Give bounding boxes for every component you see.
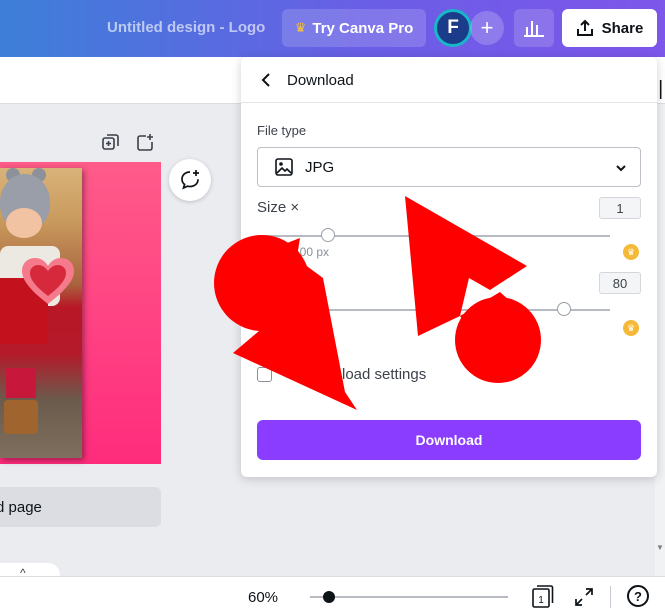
footer-divider (610, 586, 611, 608)
duplicate-page-icon[interactable] (102, 134, 119, 156)
file-type-select[interactable]: JPG (257, 147, 641, 187)
zoom-level[interactable]: 60% (248, 589, 278, 606)
back-chevron-icon (261, 73, 270, 87)
chevron-down-icon (616, 165, 626, 172)
fullscreen-icon[interactable] (574, 587, 594, 607)
file-type-value: JPG (305, 158, 335, 176)
save-settings-label: load settings (342, 366, 427, 383)
stats-icon (524, 21, 544, 37)
zoom-slider-thumb[interactable] (323, 591, 335, 603)
add-page-button[interactable]: d page (0, 487, 161, 527)
try-canva-pro-button[interactable]: ♛ Try Canva Pro (282, 9, 426, 47)
size-slider-thumb[interactable] (320, 228, 335, 242)
share-icon (576, 19, 593, 36)
share-button[interactable]: Share (562, 9, 657, 47)
quality-pro-crown-icon: ♛ (623, 320, 639, 336)
save-settings-checkbox[interactable] (257, 367, 272, 382)
file-type-label: File type (257, 123, 307, 138)
size-slider[interactable] (257, 235, 610, 237)
scroll-down-icon[interactable]: ▼ (655, 543, 665, 552)
help-button[interactable]: ? (627, 585, 649, 607)
download-button[interactable]: Download (257, 420, 641, 460)
child-photo[interactable] (0, 168, 82, 458)
invite-button[interactable]: + (470, 11, 504, 45)
size-label: Size × (257, 199, 300, 216)
download-panel-header: Download (241, 57, 657, 103)
quality-input[interactable]: 80 (599, 272, 641, 294)
share-label: Share (601, 19, 644, 37)
quality-slider-thumb[interactable] (557, 302, 572, 316)
add-page-icon[interactable] (137, 134, 154, 156)
add-comment-icon (181, 170, 199, 190)
top-bar: Untitled design - Logo ♛ Try Canva Pro F… (0, 0, 665, 57)
download-panel: Download File type JPG Size × 1 ♛ 500 px… (241, 57, 657, 477)
document-title[interactable]: Untitled design - Logo (107, 19, 265, 36)
pages-icon[interactable]: 1 (532, 584, 554, 608)
avatar[interactable]: F (434, 9, 472, 47)
add-page-label: d page (0, 498, 42, 516)
size-input[interactable]: 1 (599, 197, 641, 219)
image-icon (275, 158, 293, 176)
quality-label: y (299, 276, 307, 293)
try-canva-pro-label: Try Canva Pro (312, 19, 414, 37)
crown-icon: ♛ (294, 20, 307, 35)
panel-title: Download (287, 72, 354, 89)
back-button[interactable] (255, 68, 277, 92)
zoom-slider[interactable] (310, 596, 508, 598)
size-pro-crown-icon: ♛ (623, 244, 639, 260)
page-count: 1 (538, 595, 544, 606)
add-comment-button[interactable] (169, 159, 211, 201)
heart-graphic[interactable] (22, 258, 74, 306)
toolbar-edge-icon: ▏ (660, 80, 665, 100)
size-px-label: 500 px (293, 245, 330, 259)
stats-button[interactable] (514, 9, 554, 47)
